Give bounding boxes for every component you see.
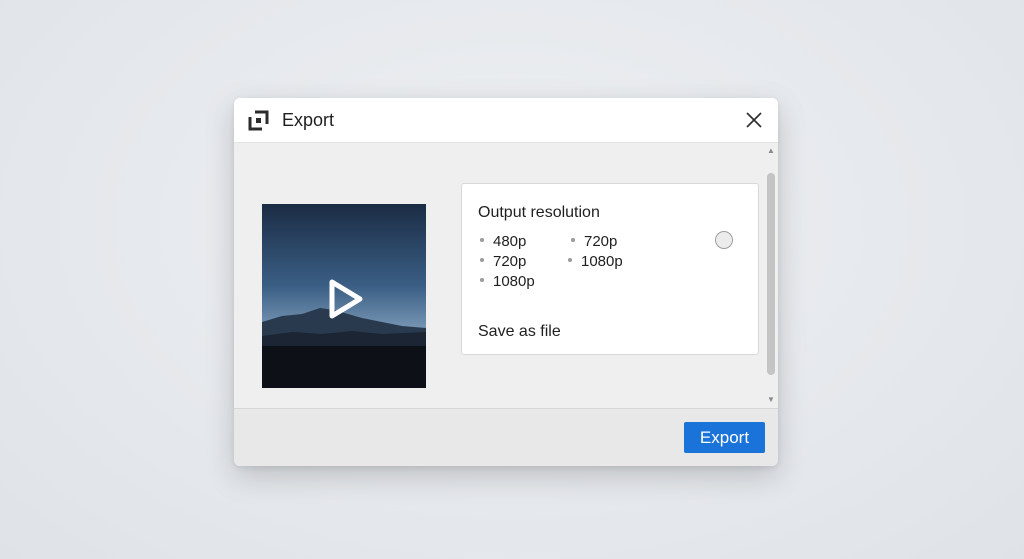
scroll-up-icon[interactable]: ▲: [767, 147, 775, 155]
bullet-icon: [568, 258, 572, 263]
dialog-footer: Export: [234, 408, 778, 466]
bullet-icon: [571, 238, 575, 243]
video-thumbnail[interactable]: [262, 204, 426, 388]
scroll-down-icon[interactable]: ▼: [767, 396, 775, 404]
bullet-icon: [480, 238, 484, 243]
resolution-option[interactable]: 480p: [480, 233, 526, 250]
save-option-radio[interactable]: [715, 231, 733, 249]
dialog-title: Export: [282, 110, 335, 130]
close-button[interactable]: [740, 106, 768, 134]
resolution-option[interactable]: 720p: [571, 233, 617, 250]
dialog-titlebar: Export: [234, 98, 778, 143]
output-settings-panel: Output resolution 480p 720p 1080p 720p 1…: [461, 183, 759, 355]
save-as-file-label: Save as file: [478, 323, 561, 340]
bullet-icon: [480, 278, 484, 283]
output-resolution-heading: Output resolution: [478, 204, 600, 221]
resolution-option[interactable]: 720p: [480, 253, 526, 270]
export-frame-icon: [248, 109, 270, 131]
dialog-content: Output resolution 480p 720p 1080p 720p 1…: [234, 143, 778, 408]
export-button[interactable]: Export: [684, 422, 765, 453]
bullet-icon: [480, 258, 484, 263]
close-icon: [746, 112, 762, 128]
vertical-scrollbar[interactable]: ▲ ▼: [764, 143, 778, 408]
resolution-option[interactable]: 1080p: [568, 253, 623, 270]
desktop-background: Export Output resolution 480p 720p 1080p…: [0, 0, 1024, 559]
scroll-thumb[interactable]: [767, 173, 775, 375]
export-dialog: Export Output resolution 480p 720p 1080p…: [234, 98, 778, 466]
resolution-option[interactable]: 1080p: [480, 273, 535, 290]
